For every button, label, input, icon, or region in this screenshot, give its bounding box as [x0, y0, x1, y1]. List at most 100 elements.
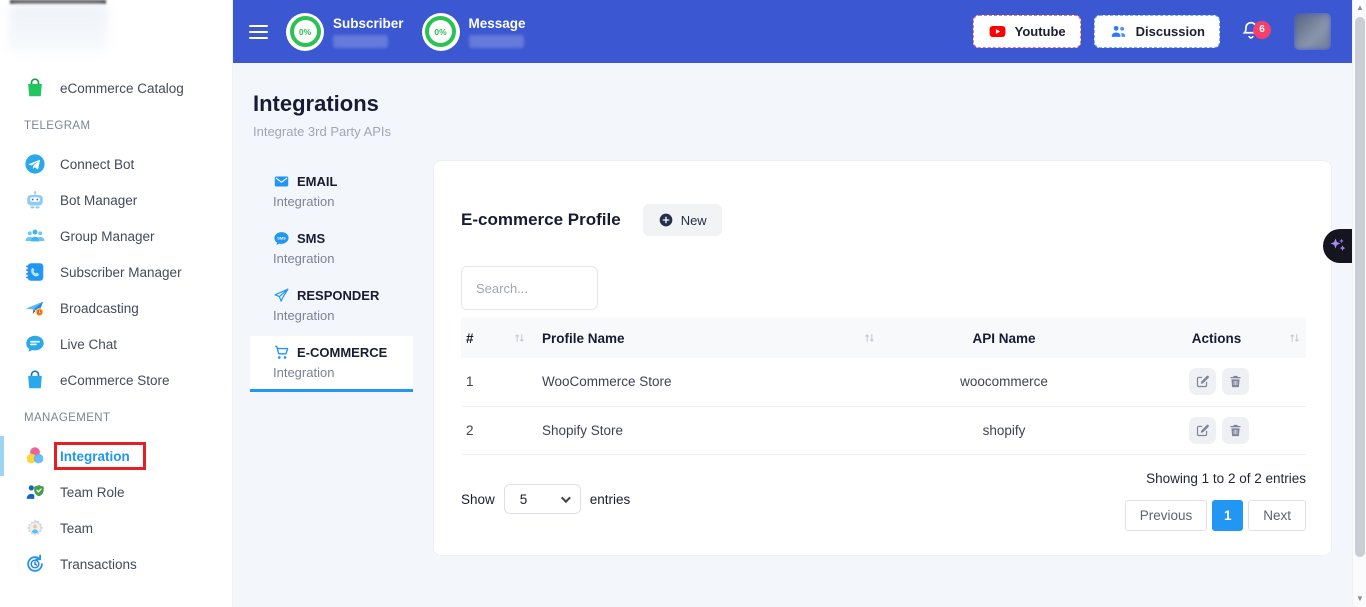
- svg-text:SMS: SMS: [277, 236, 286, 241]
- nav-item-subtitle: Integration: [273, 194, 413, 210]
- row-number: 1: [461, 358, 531, 406]
- gear-user-icon: [24, 517, 46, 539]
- pagination-previous-button[interactable]: Previous: [1125, 500, 1208, 531]
- message-percent: 0%: [425, 16, 456, 47]
- app-logo: [0, 0, 232, 64]
- profile-name-cell: WooCommerce Store: [531, 358, 881, 406]
- nav-item-title: E-COMMERCE: [297, 345, 387, 361]
- column-header-api-name[interactable]: API Name: [881, 318, 1127, 358]
- page-size-select[interactable]: 5: [504, 484, 581, 514]
- edit-button[interactable]: [1189, 417, 1216, 444]
- sidebar-item-broadcasting[interactable]: Broadcasting: [0, 290, 232, 326]
- nav-responder-integration[interactable]: RESPONDER Integration: [250, 279, 413, 332]
- panel-title: E-commerce Profile: [461, 210, 621, 230]
- main-content: Integrations Integrate 3rd Party APIs EM…: [233, 63, 1366, 607]
- ai-sparkles-floating-button[interactable]: [1323, 229, 1352, 263]
- new-profile-button[interactable]: New: [643, 204, 722, 236]
- scrollbar-up-arrow[interactable]: ▲: [1353, 1, 1366, 15]
- chevron-down-icon: [561, 493, 571, 503]
- sidebar-item-label: eCommerce Catalog: [60, 81, 184, 96]
- message-progress-ring: 0%: [422, 13, 460, 51]
- page-subtitle: Integrate 3rd Party APIs: [253, 124, 1366, 139]
- nav-item-title: RESPONDER: [297, 288, 379, 304]
- column-header-actions[interactable]: Actions: [1127, 318, 1306, 358]
- edit-button[interactable]: [1189, 368, 1216, 395]
- nav-item-subtitle: Integration: [273, 251, 413, 267]
- sidebar-item-live-chat[interactable]: Live Chat: [0, 326, 232, 362]
- shopping-bag-green-icon: [24, 77, 46, 99]
- scrollbar-thumb[interactable]: [1355, 17, 1365, 557]
- sidebar-item-group-manager[interactable]: Group Manager: [0, 218, 232, 254]
- table-header-row: # Profile Name API Name Acti: [461, 318, 1306, 358]
- scrollbar-down-arrow[interactable]: ▼: [1353, 592, 1366, 606]
- delete-button[interactable]: [1222, 417, 1249, 444]
- youtube-button-label: Youtube: [1015, 24, 1066, 39]
- sidebar-item-transactions[interactable]: Transactions: [0, 546, 232, 582]
- youtube-button[interactable]: Youtube: [973, 15, 1081, 48]
- sort-icon: [513, 332, 526, 345]
- user-avatar[interactable]: [1294, 13, 1331, 50]
- sidebar-section-management: MANAGEMENT: [0, 412, 232, 428]
- pagination-page-1-button[interactable]: 1: [1212, 500, 1243, 531]
- trash-icon: [1228, 374, 1243, 389]
- paper-plane-icon: [273, 287, 290, 304]
- sidebar-item-ecommerce-catalog[interactable]: eCommerce Catalog: [0, 70, 232, 106]
- profile-name-cell: Shopify Store: [531, 406, 881, 454]
- subscriber-stat: 0% Subscriber: [286, 13, 404, 51]
- sidebar-item-label: Connect Bot: [60, 157, 134, 172]
- page-title: Integrations: [253, 91, 1366, 117]
- broadcast-plane-icon: [24, 297, 46, 319]
- sidebar-item-subscriber-manager[interactable]: Subscriber Manager: [0, 254, 232, 290]
- nav-item-subtitle: Integration: [273, 365, 413, 381]
- users-icon: [1109, 22, 1128, 41]
- sort-icon: [1288, 332, 1301, 345]
- sidebar-item-label: Team Role: [60, 485, 125, 500]
- pagination-next-button[interactable]: Next: [1248, 500, 1306, 531]
- sidebar-item-team-role[interactable]: Team Role: [0, 474, 232, 510]
- edit-pencil-icon: [1195, 374, 1210, 389]
- sidebar-item-ecommerce-store[interactable]: eCommerce Store: [0, 362, 232, 398]
- sidebar-item-bot-manager[interactable]: Bot Manager: [0, 182, 232, 218]
- notification-bell[interactable]: 6: [1240, 19, 1266, 45]
- ecommerce-profile-card: E-commerce Profile New #: [433, 160, 1332, 556]
- sidebar-item-team[interactable]: Team: [0, 510, 232, 546]
- sidebar-item-label: Bot Manager: [60, 193, 137, 208]
- discussion-button-label: Discussion: [1136, 24, 1205, 39]
- sms-bubble-icon: SMS: [273, 230, 290, 247]
- hamburger-menu-icon[interactable]: [249, 21, 268, 43]
- showing-entries-text: Showing 1 to 2 of 2 entries: [1125, 471, 1306, 486]
- active-item-indicator: [0, 436, 4, 476]
- sidebar-item-label: Transactions: [60, 557, 137, 572]
- notification-count-badge: 6: [1253, 21, 1271, 39]
- search-input[interactable]: [461, 266, 598, 310]
- message-stat-label: Message: [469, 16, 526, 31]
- nav-email-integration[interactable]: EMAIL Integration: [250, 165, 413, 218]
- user-shield-check-icon: [24, 481, 46, 503]
- three-color-circles-icon: [24, 445, 46, 467]
- sidebar-item-label: Live Chat: [60, 337, 117, 352]
- nav-sms-integration[interactable]: SMS SMS Integration: [250, 222, 413, 275]
- shopping-cart-icon: [273, 344, 290, 361]
- edit-pencil-icon: [1195, 423, 1210, 438]
- sidebar-item-label: eCommerce Store: [60, 373, 170, 388]
- table-row: 1 WooCommerce Store woocommerce: [461, 358, 1306, 406]
- page-size-value: 5: [520, 492, 528, 507]
- shopping-bag-blue-icon: [24, 369, 46, 391]
- column-header-num[interactable]: #: [461, 318, 531, 358]
- sidebar-item-integration[interactable]: Integration: [0, 438, 232, 474]
- telegram-plane-icon: [24, 153, 46, 175]
- contact-book-phone-icon: [24, 261, 46, 283]
- nav-item-subtitle: Integration: [273, 308, 413, 324]
- subscriber-count-redacted: [333, 35, 388, 48]
- column-header-profile-name[interactable]: Profile Name: [531, 318, 881, 358]
- sidebar-item-label: Integration: [60, 449, 130, 464]
- delete-button[interactable]: [1222, 368, 1249, 395]
- app-root: eCommerce Catalog TELEGRAM Connect Bot B…: [0, 0, 1366, 607]
- discussion-button[interactable]: Discussion: [1094, 15, 1220, 48]
- nav-ecommerce-integration[interactable]: E-COMMERCE Integration: [250, 336, 413, 392]
- sidebar-item-connect-bot[interactable]: Connect Bot: [0, 146, 232, 182]
- api-name-cell: woocommerce: [881, 358, 1127, 406]
- integration-nav: EMAIL Integration SMS SMS Integration: [250, 165, 413, 396]
- topbar: 0% Subscriber 0% Message Youtube: [233, 0, 1366, 63]
- new-button-label: New: [681, 213, 707, 228]
